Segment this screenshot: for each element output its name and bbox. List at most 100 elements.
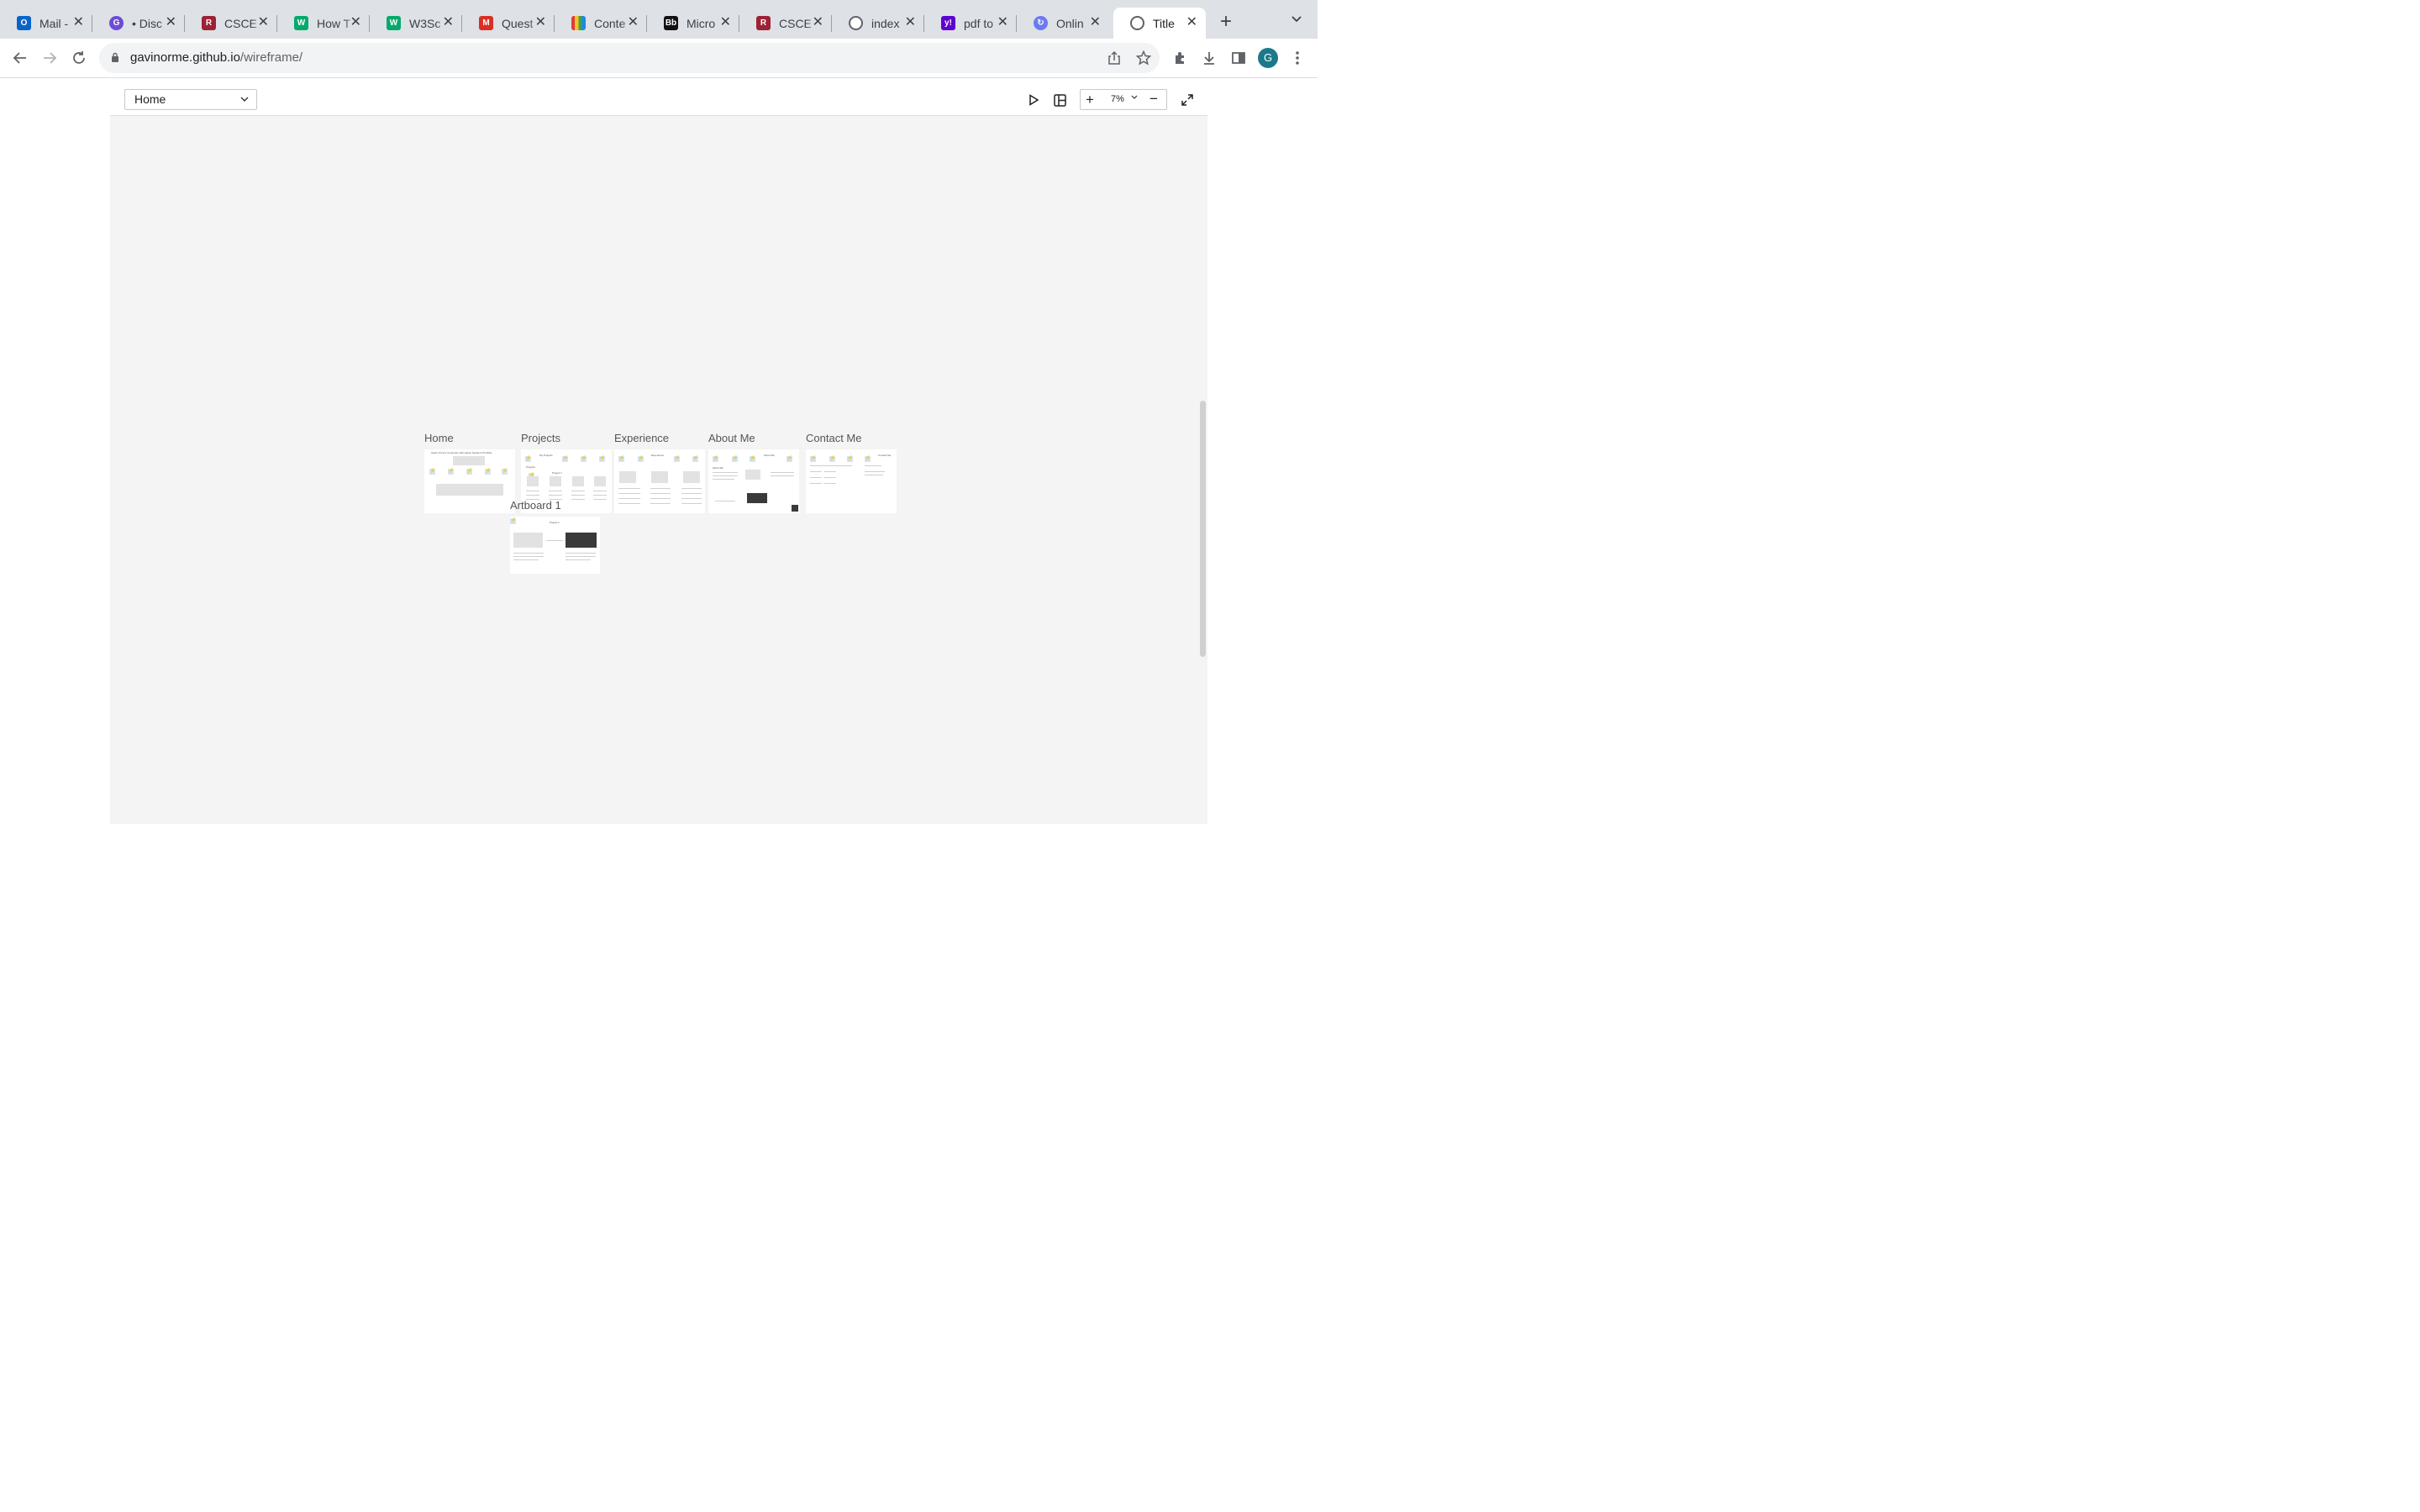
forward-button[interactable] <box>38 46 61 70</box>
artboard-label[interactable]: Experience <box>614 432 669 444</box>
back-button[interactable] <box>8 46 32 70</box>
thumb-text: Project 1 <box>550 521 560 524</box>
artboard-contact-me[interactable]: ⚡ ⚡ ⚡ ⚡ Contact Me <box>806 449 897 513</box>
wireframe-canvas[interactable]: Home Projects Experience About Me Contac… <box>110 115 1207 824</box>
close-icon[interactable]: ✕ <box>166 15 176 30</box>
thumb-text: About Me <box>764 454 775 457</box>
layout-toggle-button[interactable] <box>1052 92 1067 108</box>
new-tab-button[interactable]: + <box>1215 12 1237 34</box>
artboard-label[interactable]: Home <box>424 432 454 444</box>
close-icon[interactable]: ✕ <box>720 15 731 30</box>
razorback-icon: R <box>756 16 771 30</box>
download-icon <box>1204 52 1214 65</box>
address-bar[interactable]: gavinorme.github.io/wireframe/ <box>99 43 1160 73</box>
browser-tab[interactable]: ↻ Onlin ✕ <box>1017 8 1109 39</box>
zoom-level[interactable]: 7% <box>1111 94 1124 104</box>
zoom-control: + 7% − <box>1080 89 1167 110</box>
bar-chart-icon <box>571 16 586 30</box>
artboard-label[interactable]: Projects <box>521 432 560 444</box>
browser-tab[interactable]: y! pdf to ✕ <box>924 8 1017 39</box>
browser-tab[interactable]: R CSCE ✕ <box>739 8 832 39</box>
side-panel-button[interactable] <box>1229 49 1248 67</box>
chevron-down-icon <box>240 97 249 102</box>
thumb-text: Experience <box>651 454 665 457</box>
expand-icon <box>1181 94 1193 106</box>
discussion-icon: G <box>109 16 124 30</box>
browser-tab[interactable]: G • Disc ✕ <box>92 8 185 39</box>
globe-icon <box>1130 16 1144 30</box>
artboard-label[interactable]: About Me <box>708 432 755 444</box>
close-icon[interactable]: ✕ <box>628 15 639 30</box>
browser-menu-button[interactable] <box>1288 49 1307 67</box>
close-icon[interactable]: ✕ <box>1090 15 1101 30</box>
profile-avatar[interactable]: G <box>1258 48 1278 68</box>
extensions-button[interactable] <box>1171 49 1190 67</box>
vertical-scrollbar[interactable] <box>1200 401 1206 657</box>
chevron-down-icon[interactable] <box>1131 95 1138 100</box>
artboard-label[interactable]: Artboard 1 <box>510 499 561 512</box>
arrow-right-icon <box>44 52 57 64</box>
side-panel-icon <box>1232 52 1245 64</box>
zoom-out-button[interactable]: − <box>1150 91 1158 108</box>
star-icon <box>1135 50 1152 66</box>
thumb-text: Projects <box>526 465 535 469</box>
chevron-down-icon <box>1292 16 1302 23</box>
close-icon[interactable]: ✕ <box>813 15 823 30</box>
artboard-1[interactable]: ⚡ Project 1 <box>510 517 600 574</box>
thumb-text: About Me <box>713 466 723 470</box>
artboard-experience[interactable]: ⚡ ⚡ Experience ⚡ ⚡ <box>614 449 705 513</box>
close-icon[interactable]: ✕ <box>997 15 1008 30</box>
tab-search-button[interactable] <box>1287 13 1306 32</box>
close-icon[interactable]: ✕ <box>73 15 84 30</box>
artboard-about-me[interactable]: ⚡ ⚡ ⚡ About Me ⚡ About Me <box>708 449 799 513</box>
bookmark-button[interactable] <box>1135 50 1152 66</box>
browser-tab[interactable]: M Quest ✕ <box>462 8 555 39</box>
w3schools-icon: W <box>294 16 308 30</box>
downloads-button[interactable] <box>1200 49 1218 67</box>
browser-tab[interactable]: R CSCE ✕ <box>185 8 277 39</box>
puzzle-icon <box>1176 52 1184 64</box>
artboard-select[interactable]: Home <box>124 89 257 110</box>
outlook-icon: O <box>17 16 31 30</box>
thumb-text: My Projects <box>539 454 553 457</box>
blackboard-icon: Bb <box>664 16 678 30</box>
razorback-icon: R <box>202 16 216 30</box>
m-icon: M <box>479 16 493 30</box>
close-icon[interactable]: ✕ <box>350 15 361 30</box>
browser-tab[interactable]: W W3Sc ✕ <box>370 8 462 39</box>
browser-tab[interactable]: Bb Micro ✕ <box>647 8 739 39</box>
globe-icon <box>849 16 863 30</box>
browser-toolbar: gavinorme.github.io/wireframe/ G <box>0 39 1318 78</box>
share-icon <box>1108 50 1120 65</box>
url-text[interactable]: gavinorme.github.io/wireframe/ <box>130 50 302 65</box>
browser-tab[interactable]: O Mail - ✕ <box>0 8 92 39</box>
close-icon[interactable]: ✕ <box>443 15 454 30</box>
close-icon[interactable]: ✕ <box>258 15 269 30</box>
artboard-home[interactable]: Gavin Orme's Computer Information System… <box>424 449 515 513</box>
w3schools-icon: W <box>387 16 401 30</box>
browser-tab[interactable]: W How T ✕ <box>277 8 370 39</box>
arrow-left-icon <box>13 52 26 64</box>
page-content: Home + 7% − Home Projects Experience Abo… <box>0 78 1318 824</box>
play-button[interactable] <box>1026 92 1041 108</box>
reload-button[interactable] <box>67 46 91 70</box>
browser-tab-active[interactable]: Title ✕ <box>1113 8 1206 39</box>
play-icon <box>1029 94 1039 106</box>
zoom-in-button[interactable]: + <box>1086 92 1094 107</box>
share-button[interactable] <box>1107 50 1122 66</box>
thumb-text: Project 1 <box>552 471 562 475</box>
tab-strip: O Mail - ✕ G • Disc ✕ R CSCE ✕ W How T ✕… <box>0 0 1318 39</box>
thumb-text: Gavin Orme's Computer Information System… <box>431 451 492 454</box>
close-icon[interactable]: ✕ <box>535 15 546 30</box>
yahoo-icon: y! <box>941 16 955 30</box>
layout-icon <box>1053 93 1066 107</box>
close-icon[interactable]: ✕ <box>1186 15 1197 30</box>
sync-icon: ↻ <box>1034 16 1048 30</box>
lock-icon <box>112 52 118 62</box>
browser-tab[interactable]: index ✕ <box>832 8 924 39</box>
artboard-label[interactable]: Contact Me <box>806 432 861 444</box>
thumb-text: Contact Me <box>878 454 892 457</box>
browser-tab[interactable]: Conte ✕ <box>555 8 647 39</box>
close-icon[interactable]: ✕ <box>905 15 916 30</box>
fullscreen-button[interactable] <box>1180 92 1195 108</box>
